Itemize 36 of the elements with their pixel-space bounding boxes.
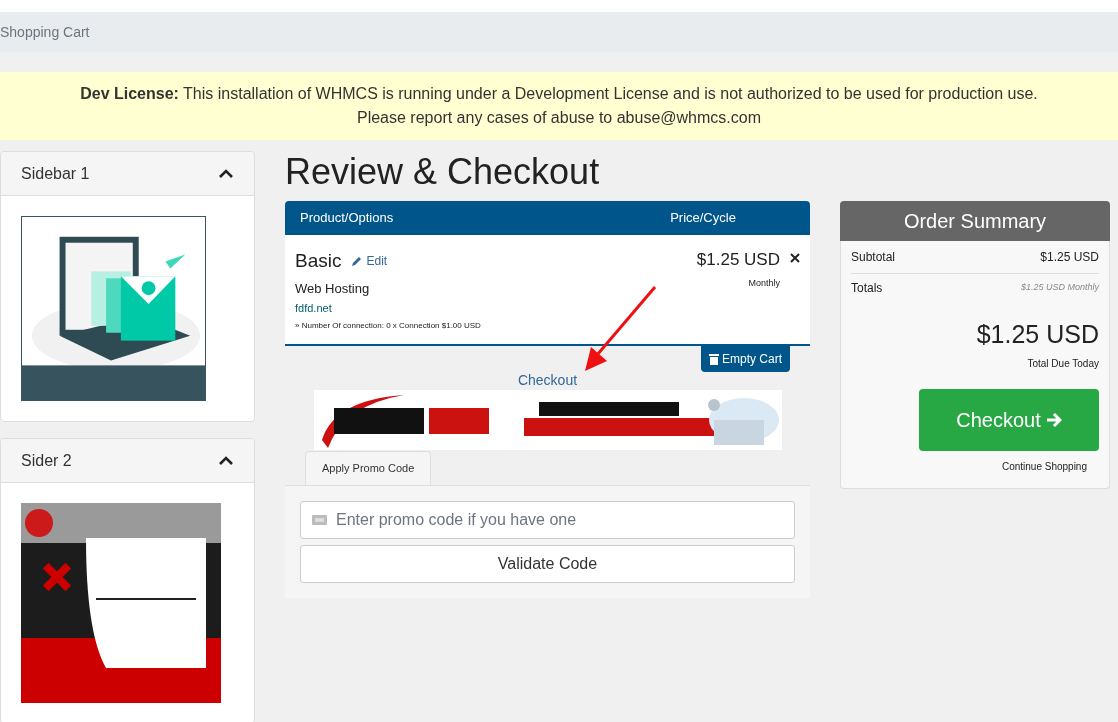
summary-value: $1.25 USD Monthly	[1020, 281, 1099, 295]
pencil-icon	[351, 255, 364, 268]
close-icon[interactable]	[790, 253, 800, 263]
summary-label: Subtotal	[851, 249, 896, 266]
column-header: Price/Cycle	[669, 209, 737, 228]
panel-title: Sider 2	[21, 450, 72, 471]
edit-link[interactable]: Edit	[351, 252, 388, 271]
product-group: Web Hosting	[295, 278, 660, 298]
summary-label: Totals	[851, 280, 883, 297]
billing-cycle: Monthly	[747, 276, 780, 290]
promo-code-field[interactable]: Enter promo code if you have one	[300, 500, 795, 539]
checkout-link[interactable]: Checkout	[517, 370, 578, 389]
total-label: Total Due Today	[1026, 356, 1099, 371]
page-title: Review & Checkout	[285, 151, 601, 193]
panel-header[interactable]: Sidebar 1	[1, 152, 254, 196]
config-option: » Number Of connection: 0 x Connection $1.00 USD	[295, 319, 660, 332]
column-header: Product/Options	[300, 209, 395, 228]
summary-header: Order Summary	[840, 201, 1110, 241]
arrow-right-icon	[1045, 411, 1062, 428]
trash-icon	[709, 352, 719, 365]
chevron-up-icon	[218, 455, 234, 466]
ticket-icon	[312, 514, 327, 525]
empty-cart-button[interactable]: Empty Cart	[701, 345, 790, 372]
promo-tab[interactable]: Apply Promo Code	[305, 450, 432, 485]
license-notice: Dev License: This installation of WHMCS is running under a Development License and is not authorized to be used for production use. Please report any cases of abuse to abuse@whmcs.com	[80, 84, 1038, 128]
product-name: Basic	[295, 249, 342, 273]
total-amount: $1.25 USD	[975, 319, 1099, 350]
panel-title: Sidebar 1	[21, 163, 90, 184]
chevron-up-icon	[218, 168, 234, 179]
item-price: $1.25 USD	[695, 249, 780, 271]
panel-header[interactable]: Sider 2	[1, 439, 254, 483]
summary-value: $1.25 USD	[1040, 249, 1099, 266]
breadcrumb[interactable]: Shopping Cart	[0, 21, 90, 43]
domain-name: fdfd.net	[295, 301, 333, 316]
validate-code-button[interactable]: Validate Code	[300, 544, 795, 583]
continue-shopping-link[interactable]: Continue Shopping	[1001, 458, 1087, 474]
